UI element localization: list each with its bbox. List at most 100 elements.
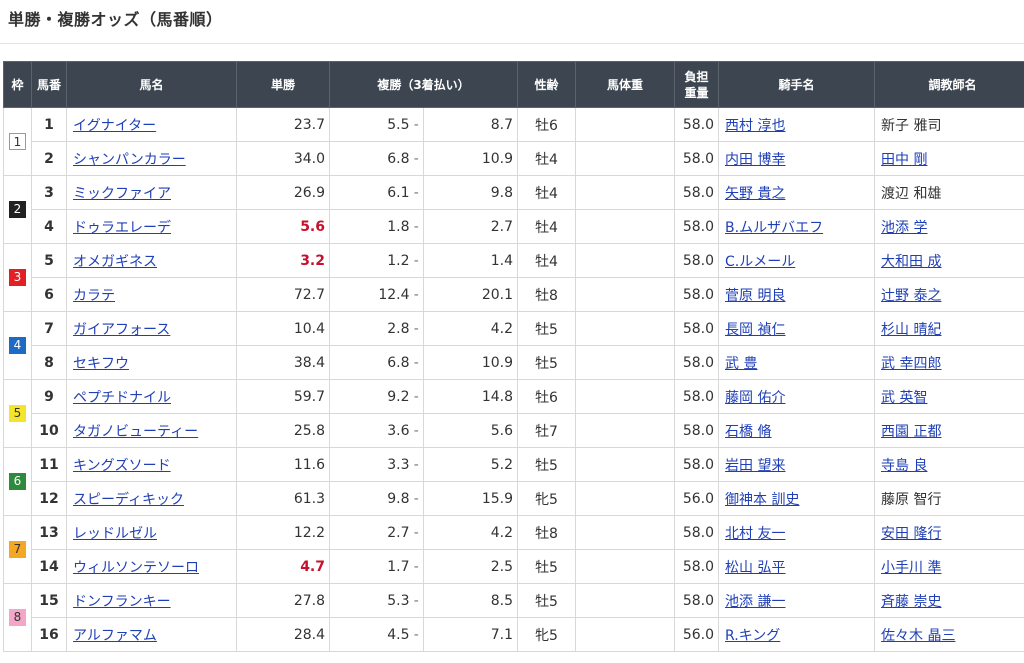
horse-name-link[interactable]: タガノビューティー <box>73 424 198 440</box>
header-win-odds: 単勝 <box>236 61 330 108</box>
horse-name-cell: スピーディキック <box>66 481 237 516</box>
jockey-link[interactable]: C.ルメール <box>725 254 795 270</box>
jockey-link[interactable]: 松山 弘平 <box>725 560 785 576</box>
jockey-link[interactable]: 藤岡 佑介 <box>725 390 785 406</box>
horse-name-link[interactable]: スピーディキック <box>73 492 184 508</box>
jockey-link[interactable]: 石橋 脩 <box>725 424 771 440</box>
jockey-cell: 御神本 訓史 <box>718 481 876 516</box>
win-odds: 26.9 <box>236 175 330 210</box>
jockey-link[interactable]: 武 豊 <box>725 356 757 372</box>
trainer-link[interactable]: 小手川 準 <box>881 560 941 576</box>
horse-number: 15 <box>31 583 67 618</box>
place-odds-max: 10.9 <box>423 141 519 176</box>
horse-name-cell: ドンフランキー <box>66 583 237 618</box>
burden-weight: 58.0 <box>674 413 720 448</box>
jockey-link[interactable]: 御神本 訓史 <box>725 492 799 508</box>
table-row: 6 11 キングズソード 11.6 3.3-5.2 牡5 58.0 岩田 望来 寺島 良 <box>3 447 1024 516</box>
header-jockey: 騎手名 <box>718 61 876 108</box>
win-odds: 27.8 <box>236 583 330 618</box>
sex-age: 牡5 <box>517 549 577 584</box>
horse-number: 11 <box>31 447 67 482</box>
table-row: 8 15 ドンフランキー 27.8 5.3-8.5 牡5 58.0 池添 謙一 斉藤 崇史 <box>3 583 1024 652</box>
burden-weight: 58.0 <box>674 447 720 482</box>
horse-name-link[interactable]: アルファマム <box>73 628 157 644</box>
horse-name-link[interactable]: セキフウ <box>73 356 129 372</box>
trainer-link[interactable]: 斉藤 崇史 <box>881 594 941 610</box>
table-row: 1 1 イグナイター 23.7 5.5-8.7 牡6 58.0 西村 淳也 新子 雅司 <box>3 107 1024 176</box>
sex-age: 牡8 <box>517 277 577 312</box>
win-odds: 10.4 <box>236 311 330 346</box>
jockey-link[interactable]: 池添 謙一 <box>725 594 785 610</box>
jockey-link[interactable]: 岩田 望来 <box>725 458 785 474</box>
burden-weight: 58.0 <box>674 345 720 380</box>
place-odds-min: 3.3 <box>329 447 410 482</box>
jockey-cell: 内田 博幸 <box>718 141 876 176</box>
jockey-link[interactable]: 西村 淳也 <box>725 118 785 134</box>
waku-badge: 6 <box>9 473 26 490</box>
waku-badge: 4 <box>9 337 26 354</box>
waku-cell: 2 <box>3 175 32 244</box>
trainer-link[interactable]: 辻野 泰之 <box>881 288 941 304</box>
header-burden-line2: 重量 <box>684 85 709 100</box>
horse-name-link[interactable]: ドゥラエレーデ <box>73 220 171 236</box>
trainer-link[interactable]: 西園 正都 <box>881 424 941 440</box>
jockey-cell: 松山 弘平 <box>718 549 876 584</box>
horse-name-link[interactable]: シャンパンカラー <box>73 152 186 168</box>
win-odds: 61.3 <box>236 481 330 516</box>
trainer-link[interactable]: 杉山 晴紀 <box>881 322 941 338</box>
jockey-link[interactable]: 矢野 貴之 <box>725 186 785 202</box>
jockey-link[interactable]: 長岡 禎仁 <box>725 322 785 338</box>
trainer-link[interactable]: 大和田 成 <box>881 254 941 270</box>
sex-age: 牡5 <box>517 311 577 346</box>
table-row: 2 3 ミックファイア 26.9 6.1-9.8 牡4 58.0 矢野 貴之 渡辺 和雄 <box>3 175 1024 244</box>
horse-name-link[interactable]: カラテ <box>73 288 115 304</box>
win-odds-value: 5.6 <box>300 218 325 235</box>
table-row: 3 5 オメガギネス 3.2 1.2-1.4 牡4 58.0 C.ルメール 大和田 成 <box>3 243 1024 312</box>
horse-name-link[interactable]: ガイアフォース <box>73 322 170 338</box>
horse-name-link[interactable]: イグナイター <box>73 118 156 134</box>
jockey-link[interactable]: R.キング <box>725 628 780 644</box>
horse-name-link[interactable]: ウィルソンテソーロ <box>73 560 199 576</box>
horse-name-cell: ウィルソンテソーロ <box>66 549 237 584</box>
place-odds-min: 12.4 <box>329 277 410 312</box>
jockey-link[interactable]: 北村 友一 <box>725 526 785 542</box>
burden-weight: 58.0 <box>674 243 720 278</box>
body-weight <box>575 549 676 584</box>
jockey-cell: 岩田 望来 <box>718 447 876 482</box>
win-odds-value: 3.2 <box>300 252 325 269</box>
trainer-link[interactable]: 佐々木 晶三 <box>881 628 955 644</box>
trainer-cell: 武 幸四郎 <box>874 345 1024 380</box>
trainer-link[interactable]: 池添 学 <box>881 220 927 236</box>
trainer-link[interactable]: 安田 隆行 <box>881 526 941 542</box>
jockey-cell: 藤岡 佑介 <box>718 379 876 414</box>
trainer-link[interactable]: 寺島 良 <box>881 458 927 474</box>
place-odds-separator: - <box>409 345 424 380</box>
place-odds-max: 4.2 <box>423 515 519 550</box>
horse-name-link[interactable]: キングズソード <box>73 458 171 474</box>
horse-name-link[interactable]: ペプチドナイル <box>73 390 171 406</box>
place-odds-separator: - <box>409 311 424 346</box>
sex-age: 牡4 <box>517 175 577 210</box>
horse-name-link[interactable]: ドンフランキー <box>73 594 171 610</box>
burden-weight: 58.0 <box>674 209 720 244</box>
trainer-cell: 西園 正都 <box>874 413 1024 448</box>
trainer-cell: 田中 剛 <box>874 141 1024 176</box>
waku-cell: 7 <box>3 515 32 584</box>
place-odds-max: 14.8 <box>423 379 519 414</box>
horse-name-link[interactable]: ミックファイア <box>73 186 171 202</box>
trainer-link[interactable]: 田中 剛 <box>881 152 927 168</box>
body-weight <box>575 617 676 652</box>
jockey-link[interactable]: 内田 博幸 <box>725 152 785 168</box>
trainer-link[interactable]: 武 幸四郎 <box>881 356 941 372</box>
trainer-link[interactable]: 武 英智 <box>881 390 927 406</box>
jockey-link[interactable]: 菅原 明良 <box>725 288 785 304</box>
place-odds-min: 6.8 <box>329 141 410 176</box>
horse-name-link[interactable]: オメガギネス <box>73 254 157 270</box>
win-odds-value: 61.3 <box>293 490 325 507</box>
burden-weight: 58.0 <box>674 311 720 346</box>
table-row: 7 13 レッドルゼル 12.2 2.7-4.2 牡8 58.0 北村 友一 安田 隆行 <box>3 515 1024 584</box>
horse-name-link[interactable]: レッドルゼル <box>73 526 157 542</box>
jockey-link[interactable]: B.ムルザバエフ <box>725 220 823 236</box>
place-odds-separator: - <box>409 141 424 176</box>
waku-cell: 1 <box>3 107 32 176</box>
